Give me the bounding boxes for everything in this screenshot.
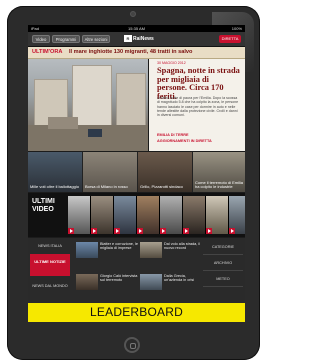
- bottom-news-item-4-text: Dalla Grecia, un'azienda in crisi: [164, 274, 195, 283]
- leaderboard-ad[interactable]: LEADERBOARD: [28, 303, 245, 322]
- battery-label: 100%: [231, 26, 242, 31]
- latest-videos-label: ULTIMI VIDEO: [32, 198, 55, 213]
- lead-date: 30 MAGGIO 2012: [157, 61, 186, 65]
- bottom-news-item-2[interactable]: Dal volo alla strada, il nuovo record: [140, 242, 202, 262]
- photo-debris: [48, 117, 78, 129]
- play-icon: [137, 228, 143, 234]
- news-italia-link[interactable]: NEWS ITALIA: [30, 240, 70, 252]
- play-icon: [229, 228, 235, 234]
- bottom-news-item-4-image: [140, 274, 162, 290]
- ticker-text: Il mare inghiotte 130 migranti, 48 tratt…: [69, 49, 193, 55]
- video-thumb-7[interactable]: [206, 196, 229, 234]
- story-thumb-1[interactable]: Mille voti oltre il ballottaggio: [28, 152, 82, 192]
- story-thumb-3-caption: Grillo, Pizzarotti sindaco: [140, 184, 183, 190]
- nav-video-button[interactable]: Video: [32, 35, 50, 43]
- lead-related-link-1[interactable]: EMILIA DI TERRE: [157, 133, 189, 137]
- ticker-tag: ULTIM'ORA: [32, 49, 63, 55]
- rainews-logo[interactable]: R RaiNews: [124, 35, 154, 44]
- lead-story-photo[interactable]: [28, 59, 148, 151]
- story-thumb-3[interactable]: Grillo, Pizzarotti sindaco: [138, 152, 192, 192]
- play-icon: [114, 228, 120, 234]
- categories-link[interactable]: CATEGORIE: [203, 240, 243, 255]
- story-thumb-1-caption: Mille voti oltre il ballottaggio: [30, 184, 79, 190]
- video-thumb-4[interactable]: [137, 196, 160, 234]
- nav-programmi-button[interactable]: Programmi: [52, 35, 80, 43]
- bottom-news-item-3-image: [76, 274, 98, 290]
- latest-videos-strip: ULTIMI VIDEO: [28, 193, 245, 237]
- tablet-screen: iPad 15:35 AM 100% Video Programmi Altre…: [28, 25, 245, 322]
- app-navbar: Video Programmi Altre sezioni R RaiNews D…: [28, 32, 245, 47]
- photo-car: [88, 129, 102, 137]
- photo-building-right: [116, 73, 146, 127]
- video-thumb-8[interactable]: [229, 196, 245, 234]
- live-button[interactable]: DIRETTA: [219, 35, 241, 43]
- story-thumb-4[interactable]: Come il terremoto di Emilia ha colpito l…: [193, 152, 245, 192]
- bottom-section: NEWS ITALIA ULTIME NOTIZIE NEWS DAL MOND…: [28, 238, 245, 303]
- bottom-news-item-1[interactable]: Blatter e corruzione, le migliaia di imp…: [76, 242, 138, 262]
- archive-link[interactable]: ARCHIVIO: [203, 256, 243, 271]
- bottom-news-item-1-image: [76, 242, 98, 258]
- nav-altre-sezioni-button[interactable]: Altre sezioni: [82, 35, 110, 43]
- bottom-news-item-1-text: Blatter e corruzione, le migliaia di imp…: [100, 242, 138, 251]
- status-clock: 15:35 AM: [128, 26, 145, 31]
- play-icon: [68, 228, 74, 234]
- story-thumb-2-caption: Borsa di Milano in rosso: [85, 184, 128, 190]
- bottom-news-item-4[interactable]: Dalla Grecia, un'azienda in crisi: [140, 274, 202, 294]
- bottom-news-item-2-image: [140, 242, 162, 258]
- play-icon: [160, 228, 166, 234]
- home-square-icon: [130, 343, 136, 349]
- bottom-news-item-3-text: Giorgio Calò intervista sul terremoto: [100, 274, 138, 283]
- home-button[interactable]: [124, 337, 140, 353]
- camera-dot: [130, 11, 136, 17]
- lead-story-article[interactable]: 30 MAGGIO 2012 Spagna, notte in strada p…: [149, 59, 245, 151]
- video-thumb-6[interactable]: [183, 196, 206, 234]
- video-thumb-3[interactable]: [114, 196, 137, 234]
- video-thumb-2[interactable]: [91, 196, 114, 234]
- play-icon: [183, 228, 189, 234]
- lead-related-link-2[interactable]: AGGIORNAMENTI IN DIRETTA: [157, 139, 212, 143]
- rai-logo-icon: R: [124, 35, 132, 43]
- logo-text: RaiNews: [133, 36, 154, 42]
- lead-body: Un'altra notte di paura per l'Emilia. Do…: [157, 96, 239, 118]
- news-world-link[interactable]: NEWS DAL MONDO: [30, 284, 70, 296]
- latest-news-button[interactable]: ULTIME NOTIZIE: [30, 254, 70, 276]
- video-thumb-5[interactable]: [160, 196, 183, 234]
- bottom-news-item-3[interactable]: Giorgio Calò intervista sul terremoto: [76, 274, 138, 294]
- play-icon: [206, 228, 212, 234]
- weather-link[interactable]: METEO: [203, 272, 243, 287]
- video-thumb-1[interactable]: [68, 196, 91, 234]
- breaking-news-ticker[interactable]: ULTIM'ORA Il mare inghiotte 130 migranti…: [28, 47, 245, 59]
- story-thumb-2[interactable]: Borsa di Milano in rosso: [83, 152, 137, 192]
- story-thumbnails: Mille voti oltre il ballottaggio Borsa d…: [28, 152, 245, 192]
- play-icon: [91, 228, 97, 234]
- story-thumb-4-caption: Come il terremoto di Emilia ha colpito l…: [195, 179, 244, 190]
- status-bar: iPad 15:35 AM 100%: [28, 25, 245, 32]
- photo-building-center: [72, 65, 112, 127]
- bottom-news-item-2-text: Dal volo alla strada, il nuovo record: [164, 242, 201, 251]
